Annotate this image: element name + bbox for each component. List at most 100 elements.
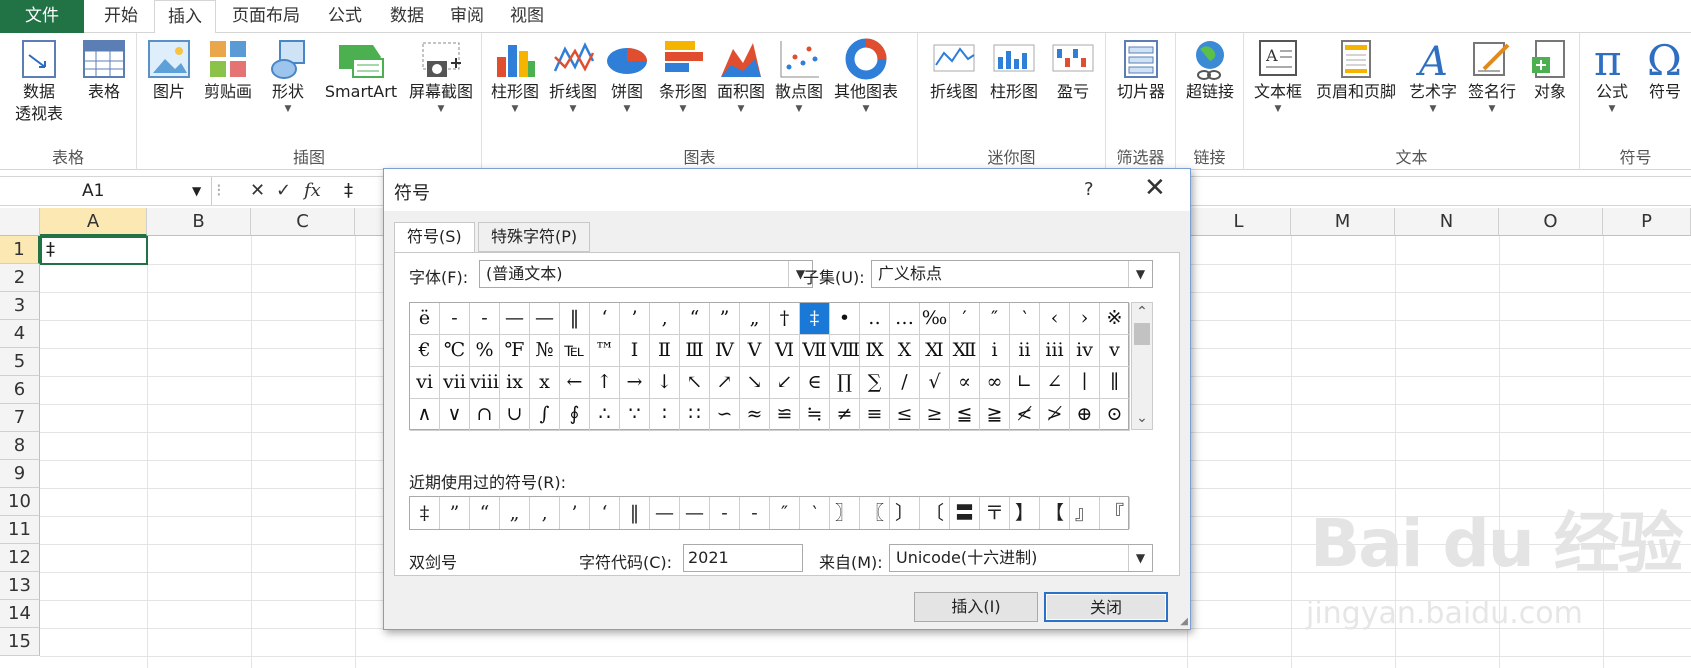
slicer-button[interactable]: 切片器 [1110, 37, 1172, 103]
symbol-cell[interactable]: ≌ [770, 399, 800, 431]
col-header[interactable]: L [1187, 208, 1291, 236]
recent-symbol-cell[interactable]: ‖ [620, 497, 650, 529]
symbol-cell[interactable]: ‘ [590, 303, 620, 335]
symbol-cell[interactable]: “ [680, 303, 710, 335]
tab-data[interactable]: 数据 [380, 0, 434, 33]
row-header[interactable]: 10 [0, 488, 40, 516]
symbol-cell[interactable]: ⊙ [1100, 399, 1130, 431]
shapes-button[interactable]: 形状 ▼ [261, 37, 315, 115]
resize-grip-icon[interactable]: ◢ [1180, 616, 1188, 627]
col-header[interactable]: C [251, 208, 355, 236]
select-all-corner[interactable] [0, 208, 40, 236]
symbol-cell[interactable]: ’ [620, 303, 650, 335]
recent-symbol-cell[interactable]: ‵ [800, 497, 830, 529]
symbol-cell[interactable]: ∴ [590, 399, 620, 431]
symbol-cell[interactable]: ‰ [920, 303, 950, 335]
symbol-grid-scrollbar[interactable]: ⌃ ⌄ [1131, 302, 1153, 430]
column-chart-button[interactable]: 柱形图 ▼ [486, 37, 544, 115]
row-header[interactable]: 15 [0, 628, 40, 656]
symbol-cell[interactable]: ≡ [860, 399, 890, 431]
scroll-thumb[interactable] [1134, 323, 1150, 345]
recent-symbol-cell[interactable]: ‡ [410, 497, 440, 529]
symbol-cell[interactable]: - [470, 303, 500, 335]
symbol-cell[interactable]: Ⅴ [740, 335, 770, 367]
recent-symbol-cell[interactable]: 〒 [980, 497, 1010, 529]
subset-select[interactable]: 广义标点 ▼ [871, 260, 1153, 288]
symbol-cell[interactable]: ∈ [800, 367, 830, 399]
name-box[interactable]: A1 ▼ [0, 177, 212, 205]
row-header[interactable]: 13 [0, 572, 40, 600]
recent-symbol-cell[interactable]: ‘ [590, 497, 620, 529]
symbol-cell[interactable]: ↑ [590, 367, 620, 399]
recent-symbol-cell[interactable]: 】 [1010, 497, 1040, 529]
close-icon[interactable]: ✕ [1144, 173, 1166, 203]
col-header[interactable]: P [1603, 208, 1691, 236]
sparkline-winloss-button[interactable]: 盈亏 [1044, 37, 1102, 103]
row-header[interactable]: 11 [0, 516, 40, 544]
symbol-cell[interactable]: ∶ [650, 399, 680, 431]
recent-symbol-cell[interactable]: ″ [770, 497, 800, 529]
symbol-cell[interactable]: „ [740, 303, 770, 335]
symbol-cell[interactable]: ↘ [740, 367, 770, 399]
screenshot-button[interactable]: 屏幕截图 ▼ [403, 37, 479, 115]
tab-file[interactable]: 文件 [0, 0, 84, 33]
scroll-up-icon[interactable]: ⌃ [1132, 303, 1152, 321]
symbol-cell[interactable]: Ⅵ [770, 335, 800, 367]
symbol-cell[interactable]: → [620, 367, 650, 399]
symbol-cell[interactable]: ≒ [800, 399, 830, 431]
recent-symbol-cell[interactable]: 『 [1100, 497, 1130, 529]
symbol-cell[interactable]: ‡ [800, 303, 830, 335]
col-header[interactable]: N [1395, 208, 1499, 236]
recent-symbol-cell[interactable]: — [650, 497, 680, 529]
symbol-cell[interactable]: ※ [1100, 303, 1130, 335]
symbol-cell[interactable]: Ⅹ [890, 335, 920, 367]
symbol-cell[interactable]: ‥ [860, 303, 890, 335]
symbol-cell[interactable]: ∠ [1040, 367, 1070, 399]
symbol-cell[interactable]: ⅳ [1070, 335, 1100, 367]
recent-symbol-cell[interactable]: 〔 [920, 497, 950, 529]
symbol-cell[interactable]: ∧ [410, 399, 440, 431]
symbol-cell[interactable]: Ⅷ [830, 335, 860, 367]
symbol-cell[interactable]: ‚ [650, 303, 680, 335]
symbol-cell[interactable]: Ⅳ [710, 335, 740, 367]
symbol-cell[interactable]: ‵ [1010, 303, 1040, 335]
symbol-cell[interactable]: ∕ [890, 367, 920, 399]
picture-button[interactable]: 图片 [143, 37, 195, 103]
row-header[interactable]: 2 [0, 264, 40, 292]
symbol-cell[interactable]: ↗ [710, 367, 740, 399]
row-header[interactable]: 1 [0, 236, 40, 264]
table-button[interactable]: 表格 [74, 37, 134, 103]
row-header[interactable]: 6 [0, 376, 40, 404]
symbol-cell[interactable]: … [890, 303, 920, 335]
symbol-cell[interactable]: ∏ [830, 367, 860, 399]
symbol-cell[interactable]: ⅰ [980, 335, 1010, 367]
recent-symbol-cell[interactable]: 〓 [950, 497, 980, 529]
symbol-cell[interactable]: ∷ [680, 399, 710, 431]
symbol-button[interactable]: Ω 符号 [1640, 37, 1690, 103]
symbol-cell[interactable]: ″ [980, 303, 1010, 335]
tab-symbols[interactable]: 符号(S) [394, 222, 475, 253]
symbol-cell[interactable]: ⅸ [500, 367, 530, 399]
line-chart-button[interactable]: 折线图 ▼ [544, 37, 602, 115]
symbol-cell[interactable]: - [440, 303, 470, 335]
char-code-input[interactable]: 2021 [683, 544, 803, 572]
insert-button[interactable]: 插入(I) [914, 592, 1038, 622]
font-select[interactable]: (普通文本) ▼ [479, 260, 813, 288]
clip-art-button[interactable]: 剪贴画 [197, 37, 259, 103]
symbol-cell[interactable]: ← [560, 367, 590, 399]
other-charts-button[interactable]: 其他图表 ▼ [828, 37, 904, 115]
symbol-cell[interactable]: ≮ [1010, 399, 1040, 431]
row-header[interactable]: 3 [0, 292, 40, 320]
symbol-cell[interactable]: › [1070, 303, 1100, 335]
symbol-cell[interactable]: — [530, 303, 560, 335]
cell-a1[interactable]: ‡ [40, 236, 148, 265]
row-header[interactable]: 12 [0, 544, 40, 572]
col-header[interactable]: B [147, 208, 251, 236]
recent-symbol-cell[interactable]: 〕 [890, 497, 920, 529]
scroll-down-icon[interactable]: ⌄ [1132, 409, 1152, 427]
symbol-cell[interactable]: ‖ [560, 303, 590, 335]
signature-line-button[interactable]: 签名行 ▼ [1462, 37, 1522, 115]
tab-view[interactable]: 视图 [500, 0, 554, 33]
symbol-cell[interactable]: ≠ [830, 399, 860, 431]
symbol-cell[interactable]: ⅶ [440, 367, 470, 399]
